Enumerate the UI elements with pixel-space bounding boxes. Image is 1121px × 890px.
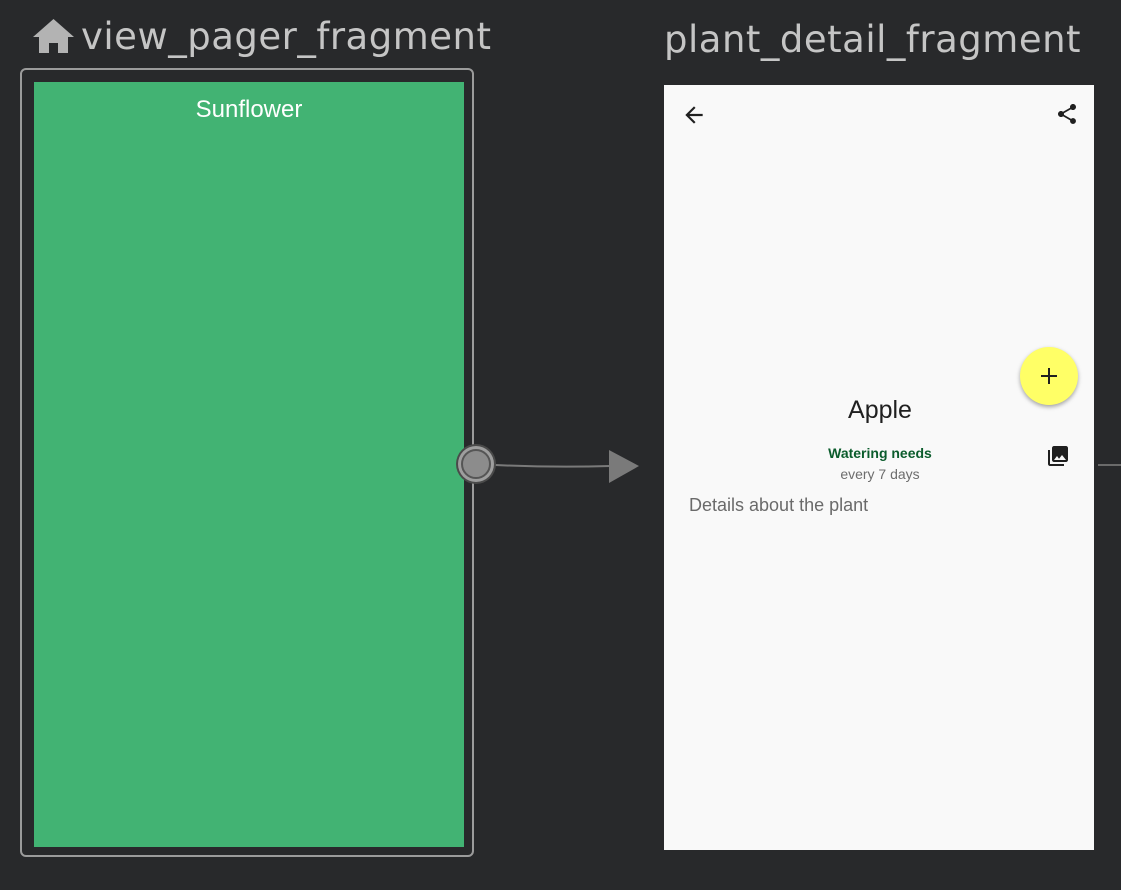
screen-title: Sunflower: [195, 96, 303, 123]
plus-icon: [1041, 368, 1057, 384]
destination-title-view-pager[interactable]: view_pager_fragment: [81, 18, 491, 55]
plant-description: Details about the plant: [689, 495, 869, 515]
action-handle[interactable]: [456, 444, 496, 484]
home-icon: [33, 19, 74, 53]
view-pager-fragment-preview[interactable]: Sunflower: [34, 82, 464, 847]
action-line: [475, 463, 611, 468]
share-icon[interactable]: [1055, 102, 1079, 126]
action-arrowhead: [609, 450, 639, 483]
destination-title-plant-detail[interactable]: plant_detail_fragment: [664, 21, 1081, 58]
gallery-icon[interactable]: [1046, 444, 1070, 468]
watering-needs-value: every 7 days: [840, 466, 920, 482]
plant-detail-fragment-preview[interactable]: Apple Watering needs every 7 days Detail…: [664, 85, 1094, 850]
watering-needs-label: Watering needs: [828, 445, 932, 461]
arrow-back-icon[interactable]: [681, 102, 707, 128]
plant-name: Apple: [848, 396, 912, 424]
